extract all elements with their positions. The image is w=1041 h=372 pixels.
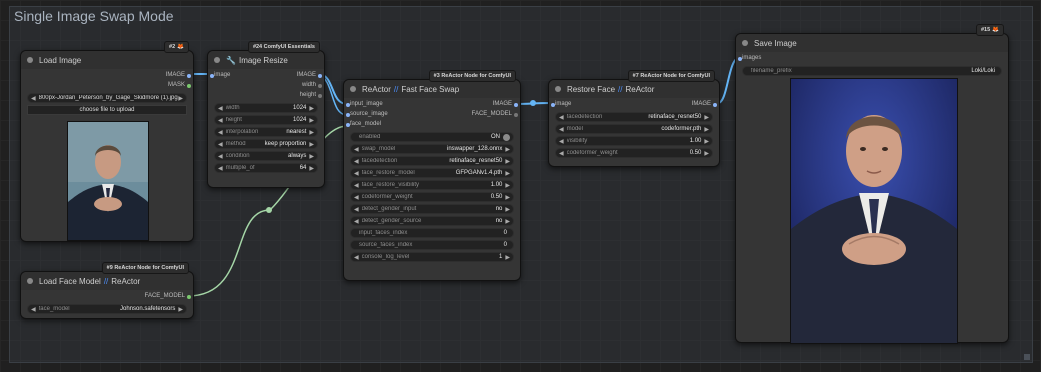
arrow-left-icon: ◀	[31, 95, 36, 102]
node-badge: #3 ReActor Node for ComfyUI	[428, 70, 516, 82]
input-source-image[interactable]: source_image FACE_MODEL	[344, 110, 520, 120]
node-restore-face[interactable]: #7 ReActor Node for ComfyUI Restore Face…	[548, 70, 720, 167]
widget-multiple-of[interactable]: ◀ multiple_of 64 ▶	[214, 163, 318, 173]
widget-facedetection[interactable]: ◀ facedetection retinaface_resnet50 ▶	[555, 112, 713, 122]
node-badge: #24 ComfyUI Essentials	[247, 41, 320, 53]
widget-detect-gender-input[interactable]: ◀ detect_gender_input no ▶	[350, 204, 514, 214]
node-load-image[interactable]: #2 🦊 Load Image IMAGE MASK ◀ 800px-Jordan…	[20, 41, 194, 242]
input-image[interactable]: image IMAGE	[549, 100, 719, 110]
node-header[interactable]: Load Image	[21, 51, 193, 69]
collapse-dot-icon[interactable]	[27, 278, 33, 284]
node-title: Load Face Model	[39, 276, 101, 286]
slash-icon: //	[103, 276, 109, 286]
widget-width[interactable]: ◀ width 1024 ▶	[214, 103, 318, 113]
widget-visibility[interactable]: ◀ visibility 1.00 ▶	[555, 136, 713, 146]
node-badge: #7 ReActor Node for ComfyUI	[627, 70, 715, 82]
node-title: Restore Face	[567, 84, 616, 94]
node-subtitle: Fast Face Swap	[401, 84, 460, 94]
slash-icon: //	[393, 84, 399, 94]
node-title: Image Resize	[238, 55, 288, 65]
arrow-right-icon: ▶	[178, 95, 183, 102]
collapse-dot-icon[interactable]	[214, 57, 220, 63]
node-load-face-model[interactable]: #9 ReActor Node for ComfyUI Load Face Mo…	[20, 262, 194, 319]
widget-enabled-toggle[interactable]: enabled ON	[350, 132, 514, 142]
widget-filename-prefix[interactable]: filename_prefix Loki/Loki	[742, 66, 1002, 76]
wrench-icon: 🔧	[226, 55, 236, 65]
output-height[interactable]: height	[208, 91, 324, 101]
widget-source-faces-index[interactable]: source_faces_index 0	[350, 240, 514, 250]
upload-button[interactable]: choose file to upload	[27, 105, 187, 115]
node-header[interactable]: Restore Face // ReActor	[549, 80, 719, 98]
collapse-dot-icon[interactable]	[742, 40, 748, 46]
node-save-image[interactable]: #15 🦊 Save Image images filename_prefix L…	[735, 24, 1009, 344]
group-title: Single Image Swap Mode	[14, 8, 174, 24]
output-image-preview	[790, 78, 958, 344]
node-image-resize[interactable]: #24 ComfyUI Essentials 🔧 Image Resize im…	[207, 41, 325, 188]
widget-face-restore-model[interactable]: ◀ face_restore_model GFPGANv1.4.pth ▶	[350, 168, 514, 178]
node-title: Load Image	[39, 55, 82, 65]
input-image[interactable]: image IMAGE	[208, 71, 324, 81]
node-badge: #9 ReActor Node for ComfyUI	[101, 262, 189, 274]
group-resize-handle[interactable]	[1024, 354, 1030, 360]
widget-face-model[interactable]: ◀ face_model Johnson.safetensors ▶	[27, 304, 187, 314]
collapse-dot-icon[interactable]	[350, 86, 356, 92]
node-header[interactable]: ReActor // Fast Face Swap	[344, 80, 520, 98]
node-header[interactable]: Load Face Model // ReActor	[21, 272, 193, 290]
collapse-dot-icon[interactable]	[555, 86, 561, 92]
toggle-icon	[503, 133, 510, 141]
collapse-dot-icon[interactable]	[27, 57, 33, 63]
widget-codeformer-weight[interactable]: ◀ codeformer_weight 0.50 ▶	[555, 148, 713, 158]
widget-height[interactable]: ◀ height 1024 ▶	[214, 115, 318, 125]
node-subtitle: ReActor	[111, 276, 141, 286]
widget-swap-model[interactable]: ◀ swap_model inswapper_128.onnx ▶	[350, 144, 514, 154]
widget-method[interactable]: ◀ method keep proportion ▶	[214, 139, 318, 149]
output-image[interactable]: IMAGE	[21, 71, 193, 81]
node-reactor-fast-face-swap[interactable]: #3 ReActor Node for ComfyUI ReActor // F…	[343, 70, 521, 281]
widget-input-faces-index[interactable]: input_faces_index 0	[350, 228, 514, 238]
output-face-model[interactable]: FACE_MODEL	[21, 292, 193, 302]
widget-codeformer-weight[interactable]: ◀ codeformer_weight 0.50 ▶	[350, 192, 514, 202]
preview-image-small	[67, 121, 149, 241]
node-header[interactable]: Save Image	[736, 34, 1008, 52]
node-title: Save Image	[754, 38, 797, 48]
widget-console-log-level[interactable]: ◀ console_log_level 1 ▶	[350, 252, 514, 262]
node-subtitle: ReActor	[625, 84, 655, 94]
widget-facedetection[interactable]: ◀ facedetection retinaface_resnet50 ▶	[350, 156, 514, 166]
input-images[interactable]: images	[736, 54, 1008, 64]
input-input-image[interactable]: input_image IMAGE	[344, 100, 520, 110]
node-header[interactable]: 🔧 Image Resize	[208, 51, 324, 69]
node-badge: #15 🦊	[975, 24, 1004, 36]
widget-model[interactable]: ◀ model codeformer.pth ▶	[555, 124, 713, 134]
input-face-model[interactable]: face_model	[344, 120, 520, 130]
widget-face-restore-visibility[interactable]: ◀ face_restore_visibility 1.00 ▶	[350, 180, 514, 190]
output-mask[interactable]: MASK	[21, 81, 193, 91]
widget-interpolation[interactable]: ◀ interpolation nearest ▶	[214, 127, 318, 137]
node-badge: #2 🦊	[164, 41, 189, 53]
node-title: ReActor	[362, 84, 391, 94]
slash-icon: //	[618, 84, 623, 94]
widget-detect-gender-source[interactable]: ◀ detect_gender_source no ▶	[350, 216, 514, 226]
image-select-widget[interactable]: ◀ 800px-Jordan_Peterson_by_Gage_Skidmore…	[27, 93, 187, 103]
output-width[interactable]: width	[208, 81, 324, 91]
widget-condition[interactable]: ◀ condition always ▶	[214, 151, 318, 161]
